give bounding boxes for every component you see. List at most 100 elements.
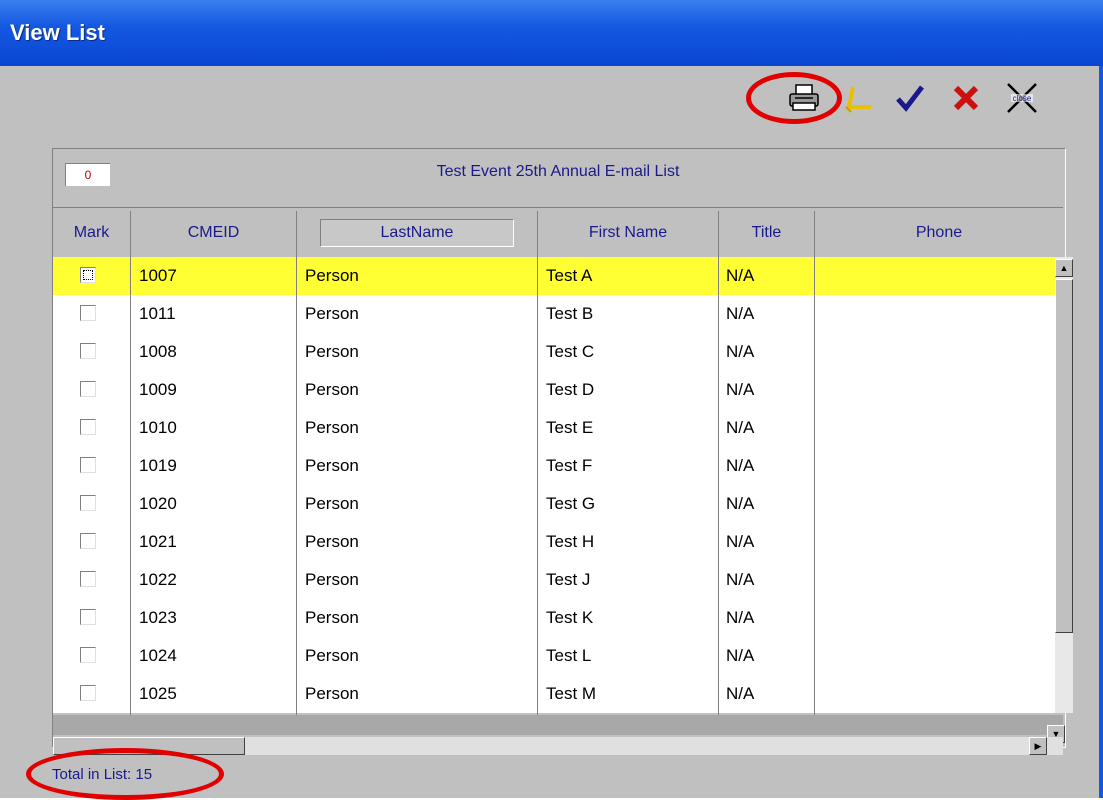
cell-first: Test G: [546, 494, 596, 513]
close-icon: close: [1007, 83, 1037, 113]
cell-last: Person: [305, 532, 359, 551]
mark-checkbox[interactable]: [80, 571, 96, 587]
cell-last: Person: [305, 684, 359, 703]
scroll-right-button[interactable]: ▶: [1029, 737, 1047, 755]
cell-last: Person: [305, 456, 359, 475]
cell-first: Test K: [546, 608, 594, 627]
mark-checkbox[interactable]: [80, 305, 96, 321]
mark-checkbox[interactable]: [80, 381, 96, 397]
vertical-scroll-thumb[interactable]: [1055, 279, 1073, 633]
column-firstname[interactable]: First Name: [538, 211, 719, 255]
cell-title: N/A: [726, 342, 755, 361]
cell-first: Test L: [546, 646, 592, 665]
mark-checkbox[interactable]: [80, 647, 96, 663]
table-row[interactable]: 1008 Person Test C N/A: [53, 333, 1055, 371]
horizontal-scrollbar[interactable]: ▶: [53, 737, 1063, 755]
cell-cmeid: 1023: [139, 608, 177, 627]
cell-first: Test B: [546, 304, 594, 323]
table-row[interactable]: 1019 Person Test F N/A: [53, 447, 1055, 485]
cell-cmeid: 1019: [139, 456, 177, 475]
cell-title: N/A: [726, 608, 755, 627]
cell-title: N/A: [726, 456, 755, 475]
table-row[interactable]: 1007 Person Test A N/A: [53, 257, 1055, 295]
mark-checkbox[interactable]: [80, 533, 96, 549]
column-header: Mark CMEID LastName First Name Title Pho…: [53, 211, 1063, 255]
close-button[interactable]: close: [1000, 78, 1044, 118]
close-label: close: [1013, 94, 1032, 103]
cell-last: Person: [305, 608, 359, 627]
table-row[interactable]: 1025 Person Test M N/A: [53, 675, 1055, 713]
list-title: Test Event 25th Annual E-mail List: [436, 163, 680, 180]
checkmark-icon: [896, 85, 924, 112]
vertical-scrollbar[interactable]: ▲: [1055, 257, 1073, 713]
mark-checkbox[interactable]: [80, 419, 96, 435]
mark-checkbox[interactable]: [80, 343, 96, 359]
mark-checkbox[interactable]: [80, 457, 96, 473]
mark-checkbox[interactable]: [80, 267, 96, 283]
column-divider: [814, 211, 815, 735]
column-mark[interactable]: Mark: [53, 211, 131, 255]
table-row[interactable]: 1023 Person Test K N/A: [53, 599, 1055, 637]
email-list-panel: 0 Test Event 25th Annual E-mail List Mar…: [52, 148, 1073, 755]
column-divider: [130, 211, 131, 735]
mark-checkbox[interactable]: [80, 495, 96, 511]
cell-first: Test E: [546, 418, 594, 437]
cell-title: N/A: [726, 304, 755, 323]
cell-cmeid: 1011: [139, 304, 176, 323]
cell-title: N/A: [726, 646, 755, 665]
table-row[interactable]: 1021 Person Test H N/A: [53, 523, 1055, 561]
cell-first: Test J: [546, 570, 591, 589]
cell-cmeid: 1010: [139, 418, 177, 437]
annotation-circle-print: [746, 72, 842, 124]
title-bar: View List: [0, 0, 1103, 66]
table-row[interactable]: 1009 Person Test D N/A: [53, 371, 1055, 409]
cell-cmeid: 1024: [139, 646, 177, 665]
cell-title: N/A: [726, 266, 755, 285]
column-divider: [296, 211, 297, 735]
cell-last: Person: [305, 266, 359, 285]
list-rows: 1007 Person Test A N/A 1011 Person Test B N/A 10…: [53, 257, 1063, 713]
confirm-button[interactable]: [890, 78, 930, 118]
scroll-up-button[interactable]: ▲: [1055, 259, 1073, 277]
mark-checkbox[interactable]: [80, 685, 96, 701]
cell-cmeid: 1021: [139, 532, 177, 551]
cell-cmeid: 1007: [139, 266, 177, 285]
table-row[interactable]: 1011 Person Test B N/A: [53, 295, 1055, 333]
cell-first: Test A: [546, 266, 593, 285]
column-cmeid[interactable]: CMEID: [131, 211, 297, 255]
cell-cmeid: 1022: [139, 570, 177, 589]
cell-last: Person: [305, 646, 359, 665]
delete-button[interactable]: [946, 78, 986, 118]
sort-button[interactable]: [838, 78, 878, 118]
table-row[interactable]: 1022 Person Test J N/A: [53, 561, 1055, 599]
cell-cmeid: 1009: [139, 380, 177, 399]
column-title[interactable]: Title: [719, 211, 815, 255]
table-row[interactable]: 1024 Person Test L N/A: [53, 637, 1055, 675]
cell-last: Person: [305, 494, 359, 513]
cell-last: Person: [305, 418, 359, 437]
cell-title: N/A: [726, 494, 755, 513]
cell-first: Test F: [546, 456, 593, 475]
list-footer-strip: [53, 715, 1063, 735]
cell-first: Test D: [546, 380, 595, 399]
window-border: [1099, 66, 1103, 798]
cell-title: N/A: [726, 532, 755, 551]
cell-title: N/A: [726, 684, 755, 703]
table-row[interactable]: 1020 Person Test G N/A: [53, 485, 1055, 523]
cell-last: Person: [305, 380, 359, 399]
cell-cmeid: 1008: [139, 342, 177, 361]
x-delete-icon: [953, 85, 979, 111]
cell-last: Person: [305, 342, 359, 361]
cell-cmeid: 1020: [139, 494, 177, 513]
cell-title: N/A: [726, 570, 755, 589]
table-row[interactable]: 1010 Person Test E N/A: [53, 409, 1055, 447]
cell-title: N/A: [726, 380, 755, 399]
window-title: View List: [10, 20, 105, 45]
cell-last: Person: [305, 304, 359, 323]
column-phone[interactable]: Phone: [815, 211, 1063, 255]
mark-checkbox[interactable]: [80, 609, 96, 625]
cell-title: N/A: [726, 418, 755, 437]
cell-first: Test C: [546, 342, 595, 361]
column-lastname[interactable]: LastName: [297, 211, 538, 255]
cell-first: Test M: [546, 684, 597, 703]
